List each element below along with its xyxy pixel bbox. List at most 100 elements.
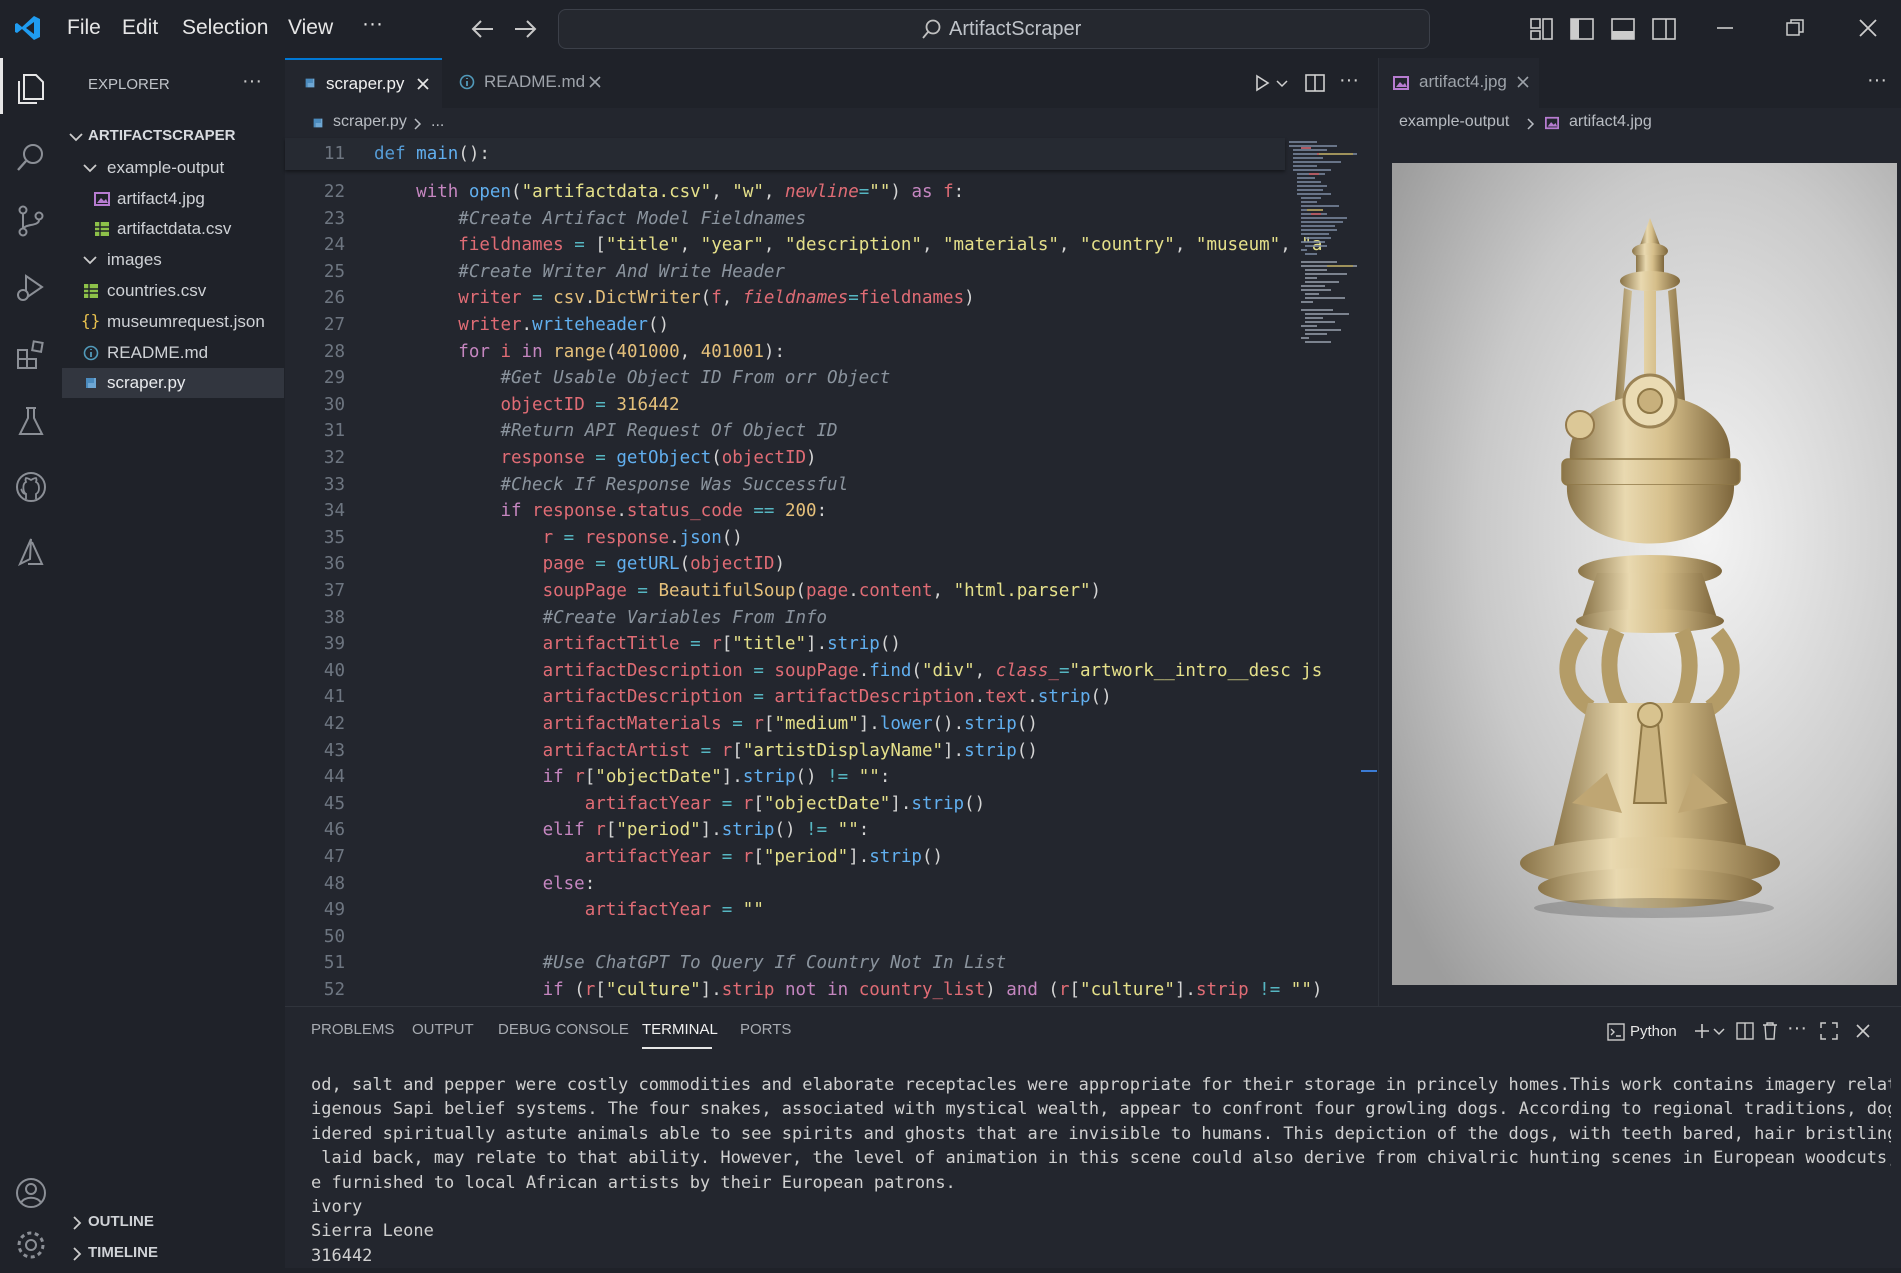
terminal-output[interactable]: od, salt and pepper were costly commodit… — [311, 1073, 1891, 1273]
close-panel-icon[interactable] — [1855, 1023, 1871, 1039]
menu-selection[interactable]: Selection — [182, 16, 268, 40]
code-line: r = response.json() — [542, 527, 743, 548]
source-control-icon[interactable] — [14, 204, 48, 238]
active-tab-underline — [642, 1047, 712, 1049]
code-line: elif r["period"].strip() != "": — [542, 820, 870, 841]
line-number: 22 — [323, 182, 345, 202]
minimap[interactable] — [1287, 138, 1367, 418]
azure-icon[interactable] — [14, 536, 48, 570]
new-terminal-plus-icon[interactable] — [1693, 1022, 1711, 1040]
project-root[interactable]: ARTIFACTSCRAPER — [62, 122, 284, 152]
preview-breadcrumb: example-output artifact4.jpg — [1379, 108, 1901, 138]
trash-icon[interactable] — [1761, 1021, 1779, 1041]
tree-file-countries-csv[interactable]: countries.csv — [62, 276, 284, 306]
code-line: if (r["culture"].strip not in country_li… — [542, 980, 1323, 1000]
toggle-primary-sidebar-icon[interactable] — [1570, 18, 1594, 40]
tree-folder-example-output[interactable]: example-output — [62, 153, 284, 183]
outline-section[interactable]: OUTLINE — [62, 1208, 284, 1238]
menu-edit[interactable]: Edit — [122, 16, 158, 40]
chevron-down-icon — [83, 164, 97, 173]
line-number: 43 — [323, 740, 345, 761]
toggle-secondary-sidebar-icon[interactable] — [1652, 18, 1676, 40]
terminal-profile-label[interactable]: Python — [1630, 1023, 1677, 1040]
forward-arrow-icon[interactable] — [513, 18, 537, 40]
panel-tab-output[interactable]: OUTPUT — [412, 1021, 474, 1038]
panel-tab-problems[interactable]: PROBLEMS — [311, 1021, 394, 1038]
menu-view[interactable]: View — [288, 16, 333, 40]
artifact-image — [1392, 163, 1897, 985]
split-editor-icon[interactable] — [1305, 73, 1325, 93]
tab-artifact4-jpg[interactable]: artifact4.jpg — [1379, 58, 1539, 108]
chevron-down-icon[interactable] — [1276, 80, 1288, 88]
minimize-icon[interactable] — [1715, 26, 1735, 30]
panel-tab-terminal[interactable]: TERMINAL — [642, 1021, 718, 1038]
line-number: 48 — [323, 873, 345, 894]
account-icon[interactable] — [14, 1176, 48, 1210]
tree-item-label: museumrequest.json — [107, 312, 265, 331]
editor-more-actions-button[interactable]: ··· — [1339, 69, 1359, 92]
back-arrow-icon[interactable] — [471, 18, 495, 40]
vscode-logo-icon — [15, 16, 40, 40]
line-number: 28 — [323, 341, 345, 362]
customize-layout-icon[interactable] — [1530, 18, 1554, 40]
title-bar: File Edit Selection View ··· ArtifactScr… — [0, 0, 1901, 58]
panel-tab-debug-console[interactable]: DEBUG CONSOLE — [498, 1021, 629, 1038]
tree-file-museumrequest-json[interactable]: {} museumrequest.json — [62, 307, 284, 337]
breadcrumb-folder[interactable]: example-output — [1399, 113, 1509, 131]
tree-file-artifactdata-csv[interactable]: artifactdata.csv — [62, 214, 284, 244]
toggle-panel-icon[interactable] — [1611, 18, 1635, 40]
tree-file-readme-md[interactable]: README.md — [62, 338, 284, 368]
code-line: artifactMaterials = r["medium"].lower().… — [542, 714, 1038, 734]
timeline-section[interactable]: TIMELINE — [62, 1239, 284, 1269]
code-line: artifactDescription = soupPage.find("div… — [542, 660, 1323, 681]
editor-tab-bar: scraper.py README.md ··· — [285, 58, 1378, 108]
split-terminal-icon[interactable] — [1736, 1022, 1754, 1040]
breadcrumb-file[interactable]: artifact4.jpg — [1569, 113, 1652, 131]
extensions-icon[interactable] — [14, 338, 48, 372]
code-line: objectID = 316442 — [500, 394, 680, 415]
menu-file[interactable]: File — [67, 16, 101, 40]
github-icon[interactable] — [14, 470, 48, 504]
testing-flask-icon[interactable] — [14, 404, 48, 438]
close-tab-icon[interactable] — [1516, 75, 1530, 89]
run-python-file-icon[interactable] — [1253, 74, 1271, 92]
maximize-panel-icon[interactable] — [1820, 1022, 1838, 1040]
breadcrumb-rest[interactable]: ... — [431, 113, 444, 131]
close-tab-icon[interactable] — [416, 77, 430, 91]
tab-scraper-py[interactable]: scraper.py — [285, 58, 442, 108]
code-editor[interactable]: 11 22 23 24 25 26 27 28 29 30 31 32 33 3… — [285, 138, 1322, 1006]
activity-bar — [0, 58, 62, 1267]
code-line: if r["objectDate"].strip() != "": — [542, 767, 891, 788]
bottom-panel: PROBLEMS OUTPUT DEBUG CONSOLE TERMINAL P… — [285, 1006, 1901, 1268]
line-number: 39 — [323, 634, 345, 655]
tree-folder-images[interactable]: images — [62, 245, 284, 275]
menu-more-button[interactable]: ··· — [362, 12, 383, 36]
terminal-line: 316442 — [311, 1245, 373, 1266]
chevron-right-icon — [1527, 118, 1535, 130]
preview-more-actions-button[interactable]: ··· — [1867, 69, 1887, 92]
preview-tab-bar: artifact4.jpg ··· — [1379, 58, 1901, 108]
chevron-down-icon — [83, 256, 97, 265]
tab-readme-md[interactable]: README.md — [443, 58, 615, 108]
panel-more-actions-button[interactable]: ··· — [1787, 1017, 1807, 1040]
close-tab-icon[interactable] — [588, 75, 602, 89]
tree-item-label: countries.csv — [107, 281, 207, 300]
explorer-more-button[interactable]: ··· — [242, 70, 262, 93]
tree-file-artifact4-jpg[interactable]: artifact4.jpg — [62, 184, 284, 214]
tab-label: scraper.py — [326, 74, 405, 93]
close-window-icon[interactable] — [1858, 18, 1878, 38]
explorer-icon[interactable] — [14, 72, 48, 106]
tree-file-scraper-py[interactable]: scraper.py — [62, 368, 284, 398]
run-and-debug-icon[interactable] — [14, 270, 48, 304]
settings-gear-icon[interactable] — [14, 1228, 48, 1262]
search-icon[interactable] — [14, 140, 48, 174]
breadcrumb-file[interactable]: scraper.py — [333, 113, 407, 131]
python-file-icon — [305, 78, 315, 88]
panel-tab-ports[interactable]: PORTS — [740, 1021, 791, 1038]
command-center-search[interactable]: ArtifactScraper — [558, 9, 1430, 49]
restore-icon[interactable] — [1785, 18, 1805, 38]
tree-item-label: scraper.py — [107, 373, 186, 392]
code-line: #Use ChatGPT To Query If Country Not In … — [542, 953, 1007, 974]
line-number: 23 — [323, 208, 345, 229]
chevron-down-icon[interactable] — [1713, 1028, 1725, 1036]
